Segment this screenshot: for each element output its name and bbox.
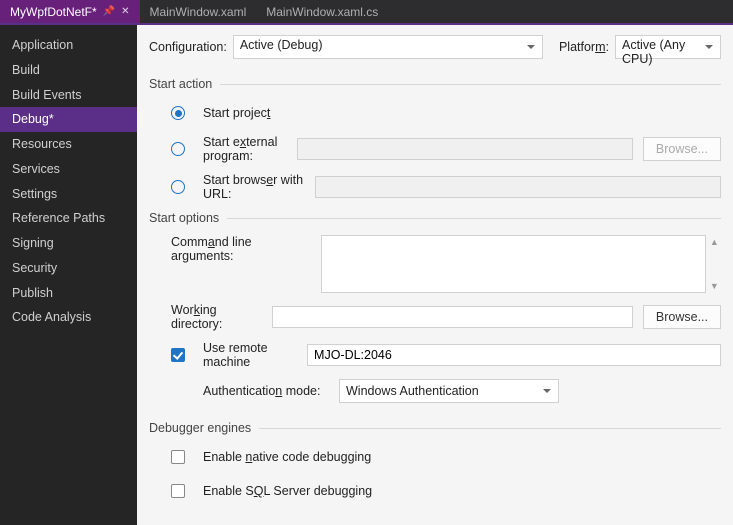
- divider: [220, 84, 721, 85]
- platform-dropdown[interactable]: Active (Any CPU): [615, 35, 721, 59]
- sidebar-item-reference-paths[interactable]: Reference Paths: [0, 206, 137, 231]
- section-title: Debugger engines: [149, 421, 251, 435]
- native-debug-label: Enable native code debugging: [203, 450, 371, 464]
- tab-label: MyWpfDotNetF*: [10, 5, 97, 19]
- cmdline-label: Command line arguments:: [171, 235, 311, 263]
- radio-start-browser[interactable]: [171, 180, 185, 194]
- native-debug-checkbox[interactable]: [171, 450, 185, 464]
- radio-start-browser-label: Start browser with URL:: [203, 173, 305, 201]
- sidebar-item-signing[interactable]: Signing: [0, 231, 137, 256]
- auth-mode-dropdown[interactable]: Windows Authentication: [339, 379, 559, 403]
- workdir-label: Working directory:: [171, 303, 262, 331]
- sidebar-item-security[interactable]: Security: [0, 256, 137, 281]
- auth-mode-value: Windows Authentication: [346, 384, 479, 398]
- configuration-value: Active (Debug): [240, 38, 323, 52]
- radio-start-browser-row: Start browser with URL:: [171, 173, 721, 201]
- sidebar-item-settings[interactable]: Settings: [0, 182, 137, 207]
- native-debug-row[interactable]: Enable native code debugging: [171, 445, 721, 469]
- radio-start-external-row: Start external program: Browse...: [171, 135, 721, 163]
- configuration-label: Configuration:: [149, 40, 227, 54]
- sidebar-item-publish[interactable]: Publish: [0, 281, 137, 306]
- sql-debug-label: Enable SQL Server debugging: [203, 484, 372, 498]
- cmdline-row: Command line arguments: ▲▼: [171, 235, 721, 293]
- sql-debug-row[interactable]: Enable SQL Server debugging: [171, 479, 721, 503]
- tab-project-properties[interactable]: MyWpfDotNetF* 📌 ✕: [0, 0, 140, 23]
- sidebar-item-resources[interactable]: Resources: [0, 132, 137, 157]
- debug-property-page: Configuration: Active (Debug) Platform: …: [137, 25, 733, 525]
- tab-mainwindow-xaml-cs[interactable]: MainWindow.xaml.cs: [256, 0, 388, 23]
- section-start-options: Start options: [149, 211, 721, 225]
- document-tabstrip: MyWpfDotNetF* 📌 ✕ MainWindow.xaml MainWi…: [0, 0, 733, 25]
- external-program-browse-button: Browse...: [643, 137, 721, 161]
- workdir-browse-button[interactable]: Browse...: [643, 305, 721, 329]
- section-start-action: Start action: [149, 77, 721, 91]
- tab-label: MainWindow.xaml.cs: [266, 5, 378, 19]
- remote-machine-checkbox[interactable]: [171, 348, 185, 362]
- property-page-sidebar: Application Build Build Events Debug* Re…: [0, 25, 137, 525]
- section-title: Start options: [149, 211, 219, 225]
- radio-start-project-row[interactable]: Start project: [171, 101, 721, 125]
- close-icon[interactable]: ✕: [121, 6, 129, 17]
- tab-label: MainWindow.xaml: [150, 5, 247, 19]
- workdir-input[interactable]: [272, 306, 633, 328]
- auth-mode-label: Authentication mode:: [203, 384, 329, 398]
- radio-start-external-label: Start external program:: [203, 135, 287, 163]
- sidebar-item-code-analysis[interactable]: Code Analysis: [0, 305, 137, 330]
- auth-mode-row: Authentication mode: Windows Authenticat…: [171, 379, 721, 403]
- remote-machine-row: Use remote machine: [171, 341, 721, 369]
- remote-machine-input[interactable]: [307, 344, 721, 366]
- scroll-up-icon[interactable]: ▲: [710, 237, 719, 247]
- platform-label: Platform:: [559, 40, 609, 54]
- sidebar-item-build-events[interactable]: Build Events: [0, 83, 137, 108]
- section-title: Start action: [149, 77, 212, 91]
- divider: [227, 218, 721, 219]
- sidebar-item-debug[interactable]: Debug*: [0, 107, 137, 132]
- radio-start-project[interactable]: [171, 106, 185, 120]
- remote-machine-label: Use remote machine: [203, 341, 297, 369]
- configuration-dropdown[interactable]: Active (Debug): [233, 35, 543, 59]
- tab-mainwindow-xaml[interactable]: MainWindow.xaml: [140, 0, 257, 23]
- sidebar-item-build[interactable]: Build: [0, 58, 137, 83]
- sidebar-item-services[interactable]: Services: [0, 157, 137, 182]
- section-debugger-engines: Debugger engines: [149, 421, 721, 435]
- workdir-row: Working directory: Browse...: [171, 303, 721, 331]
- cmdline-input[interactable]: [321, 235, 706, 293]
- divider: [259, 428, 721, 429]
- browser-url-input: [315, 176, 721, 198]
- radio-start-project-label: Start project: [203, 106, 270, 120]
- sidebar-item-application[interactable]: Application: [0, 33, 137, 58]
- pin-icon[interactable]: 📌: [103, 6, 115, 17]
- platform-value: Active (Any CPU): [622, 38, 685, 66]
- radio-start-external[interactable]: [171, 142, 185, 156]
- textarea-scrollbar[interactable]: ▲▼: [708, 235, 721, 293]
- config-row: Configuration: Active (Debug) Platform: …: [149, 35, 721, 59]
- external-program-input: [297, 138, 633, 160]
- sql-debug-checkbox[interactable]: [171, 484, 185, 498]
- scroll-down-icon[interactable]: ▼: [710, 281, 719, 291]
